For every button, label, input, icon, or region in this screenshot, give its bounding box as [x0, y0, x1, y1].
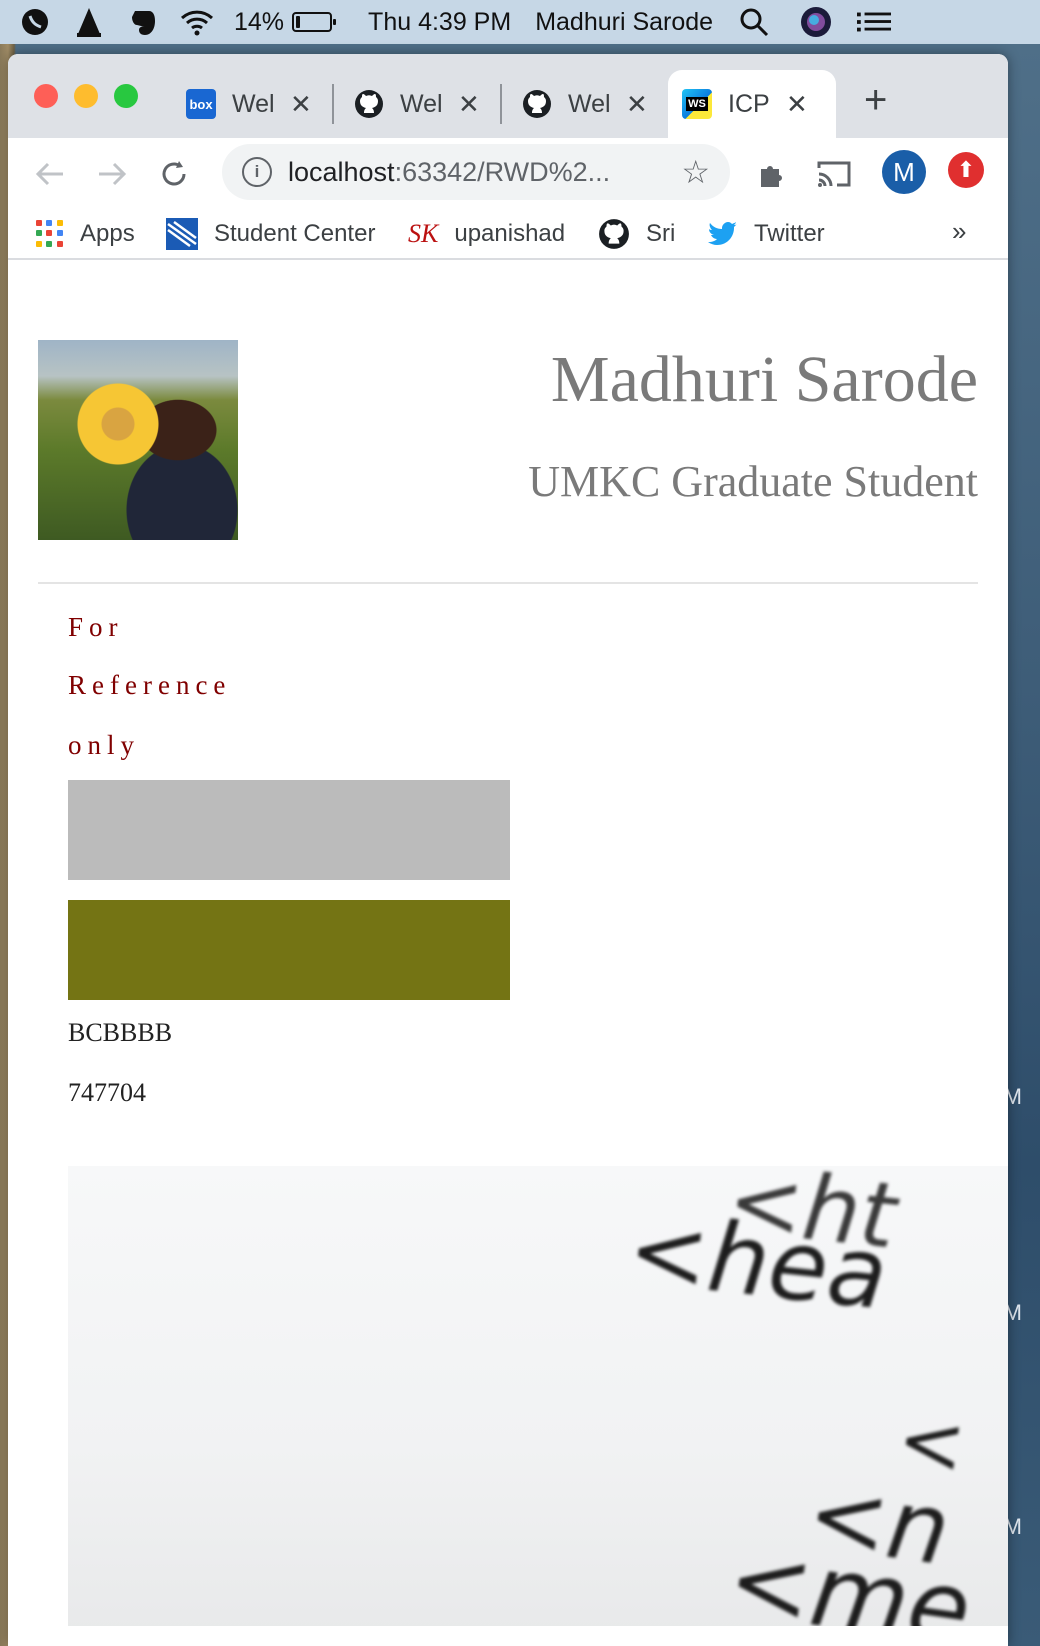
tab-active-icp[interactable]: WS ICP ✕ [668, 70, 836, 138]
control-center-icon[interactable] [857, 7, 892, 37]
close-tab-icon[interactable]: ✕ [290, 89, 312, 120]
profile-avatar[interactable]: M [882, 150, 926, 194]
search-icon[interactable] [737, 7, 771, 37]
browser-window: box Wel ✕ Wel ✕ Wel ✕ WS ICP ✕ + i local… [8, 54, 1008, 1646]
webstorm-icon: WS [682, 89, 712, 119]
bookmark-label: Twitter [754, 220, 825, 247]
bookmark-label: upanishad [454, 220, 566, 247]
tab-separator [500, 84, 502, 124]
bookmark-sri[interactable]: Sri [598, 214, 675, 254]
bookmarks-overflow-button[interactable]: » [952, 216, 966, 247]
color-code-text: 747704 [68, 1078, 146, 1107]
battery-icon[interactable] [292, 12, 337, 32]
bookmark-label: Sri [646, 220, 676, 247]
github-icon [598, 218, 630, 250]
tab-title: Wel [232, 89, 275, 118]
extensions-puzzle-icon[interactable] [752, 154, 792, 194]
menu-bar: 14% Thu 4:39 PM Madhuri Sarode [0, 0, 1040, 44]
close-tab-icon[interactable]: ✕ [786, 89, 808, 120]
bookmark-label: Apps [80, 220, 135, 247]
tab-github-2[interactable]: Wel ✕ [508, 70, 662, 138]
menubar-clock[interactable]: Thu 4:39 PM [368, 8, 511, 37]
siri-icon[interactable] [799, 7, 833, 37]
minimize-window-button[interactable] [74, 84, 98, 108]
color-code-text: BCBBBB [68, 1018, 173, 1047]
bookmarks-bar: Apps Student Center SK upanishad Sri Twi… [8, 208, 1008, 260]
reload-icon[interactable] [154, 154, 194, 194]
bookmark-student-center[interactable]: Student Center [166, 214, 375, 254]
github-icon [522, 89, 552, 119]
tab-github-1[interactable]: Wel ✕ [340, 70, 494, 138]
bookmark-upanishad[interactable]: SK upanishad [408, 214, 565, 254]
close-tab-icon[interactable]: ✕ [626, 89, 648, 120]
sk-icon: SK [408, 219, 439, 248]
bookmark-twitter[interactable]: Twitter [708, 214, 825, 254]
close-window-button[interactable] [34, 84, 58, 108]
student-center-icon [166, 218, 198, 250]
bookmark-label: Student Center [214, 220, 376, 247]
tab-box[interactable]: box Wel ✕ [172, 70, 326, 138]
forward-arrow-icon[interactable] [92, 154, 132, 194]
tab-title: ICP [728, 89, 770, 118]
html-code-image: <ht <hea < <n <me [68, 1166, 1008, 1626]
evernote-icon[interactable] [126, 7, 160, 37]
new-tab-button[interactable]: + [864, 80, 887, 120]
tab-strip: box Wel ✕ Wel ✕ Wel ✕ WS ICP ✕ + [8, 54, 1008, 138]
wifi-icon[interactable] [180, 7, 214, 37]
tab-title: Wel [400, 89, 443, 118]
bookmark-apps[interactable]: Apps [36, 214, 135, 254]
web-page: Madhuri Sarode UMKC Graduate Student For… [8, 260, 1008, 1626]
close-tab-icon[interactable]: ✕ [458, 89, 480, 120]
bookmark-star-icon[interactable]: ☆ [681, 153, 710, 191]
viber-icon[interactable] [18, 7, 52, 37]
profile-photo [38, 340, 238, 540]
browser-toolbar: i localhost:63342/RWD%2... ☆ M ⬆ [8, 138, 1008, 208]
reference-text-line: only [68, 730, 141, 760]
reference-text-line: For [68, 612, 124, 642]
color-swatch-olive [68, 900, 510, 1000]
address-bar[interactable]: i localhost:63342/RWD%2... ☆ [222, 144, 730, 200]
reference-text-line: Reference [68, 670, 232, 700]
page-title: Madhuri Sarode [550, 343, 978, 416]
tab-title: Wel [568, 89, 611, 118]
twitter-icon [708, 221, 738, 247]
url-text[interactable]: localhost:63342/RWD%2... [288, 157, 610, 188]
menubar-user-name[interactable]: Madhuri Sarode [535, 8, 713, 37]
github-icon [354, 89, 384, 119]
page-subtitle: UMKC Graduate Student [528, 457, 978, 506]
back-arrow-icon[interactable] [30, 154, 70, 194]
tab-separator [332, 84, 334, 124]
vlc-icon[interactable] [72, 7, 106, 37]
color-swatch-gray [68, 780, 510, 880]
apps-grid-icon [36, 220, 64, 248]
cast-icon[interactable] [814, 154, 854, 194]
divider [38, 582, 978, 584]
update-arrow-icon[interactable]: ⬆ [948, 152, 984, 188]
battery-percent: 14% [234, 7, 285, 36]
box-icon: box [186, 89, 216, 119]
zoom-window-button[interactable] [114, 84, 138, 108]
site-info-icon[interactable]: i [242, 157, 272, 187]
